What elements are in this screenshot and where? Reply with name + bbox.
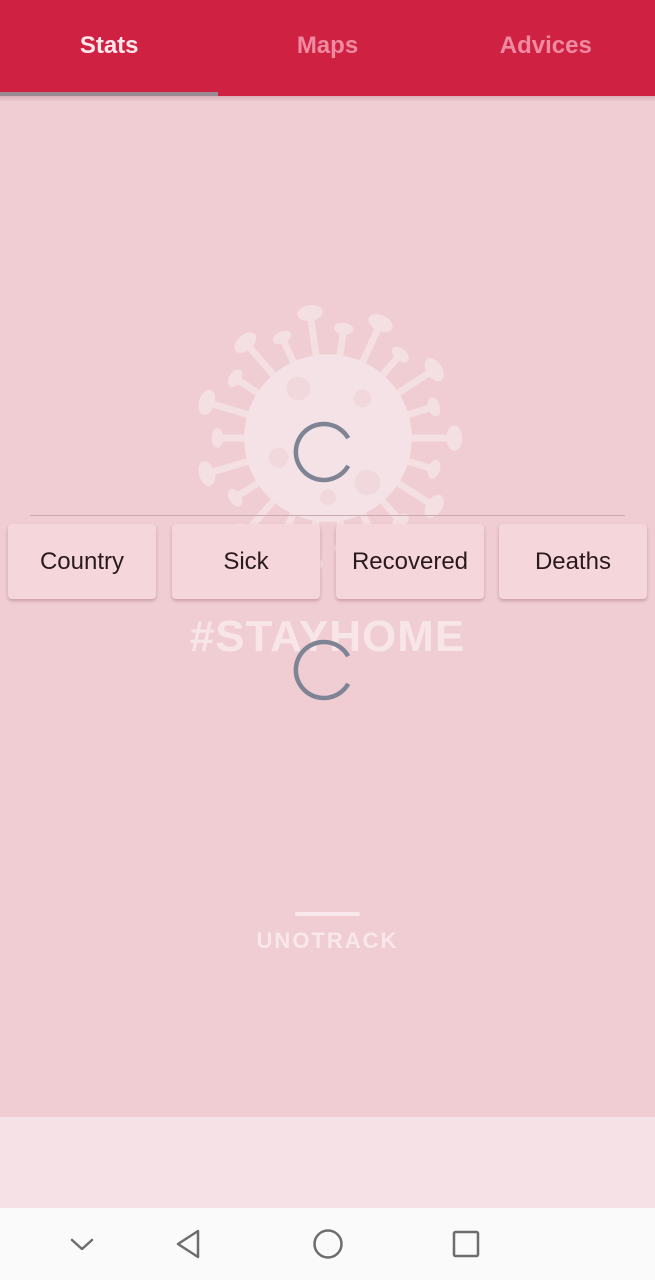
tab-advices-label: Advices bbox=[499, 32, 592, 59]
home-icon[interactable] bbox=[306, 1222, 350, 1266]
loading-spinner-icon bbox=[293, 421, 351, 483]
deaths-column-label: Deaths bbox=[534, 547, 612, 575]
deaths-column-button[interactable]: Deaths bbox=[499, 524, 647, 599]
sick-column-label: Sick bbox=[223, 547, 269, 575]
tab-stats[interactable]: Stats bbox=[0, 0, 218, 96]
brand-logo-text: UNOTRACK bbox=[256, 928, 399, 953]
sick-column-button[interactable]: Sick bbox=[172, 524, 320, 599]
tab-maps-label: Maps bbox=[296, 32, 359, 59]
top-tab-bar: Stats Maps Advices bbox=[0, 0, 655, 96]
recents-icon[interactable] bbox=[444, 1222, 488, 1266]
country-column-button[interactable]: Country bbox=[8, 524, 156, 599]
tab-advices[interactable]: Advices bbox=[437, 0, 655, 96]
table-divider bbox=[30, 515, 625, 516]
chevron-down-icon[interactable] bbox=[60, 1222, 104, 1266]
tab-maps[interactable]: Maps bbox=[218, 0, 436, 96]
country-column-label: Country bbox=[39, 547, 125, 575]
brand-divider bbox=[295, 912, 360, 916]
back-icon[interactable] bbox=[166, 1222, 210, 1266]
stats-screen: #STAYHOME UNOTRACK Country Sick Recovere… bbox=[0, 0, 655, 1280]
recovered-column-label: Recovered bbox=[351, 547, 469, 575]
recovered-column-button[interactable]: Recovered bbox=[336, 524, 484, 599]
system-navigation-bar bbox=[0, 1208, 655, 1280]
loading-spinner-icon bbox=[293, 639, 351, 701]
bottom-panel bbox=[0, 1117, 655, 1208]
tab-stats-label: Stats bbox=[79, 32, 139, 59]
tab-bar-shadow bbox=[0, 96, 655, 102]
